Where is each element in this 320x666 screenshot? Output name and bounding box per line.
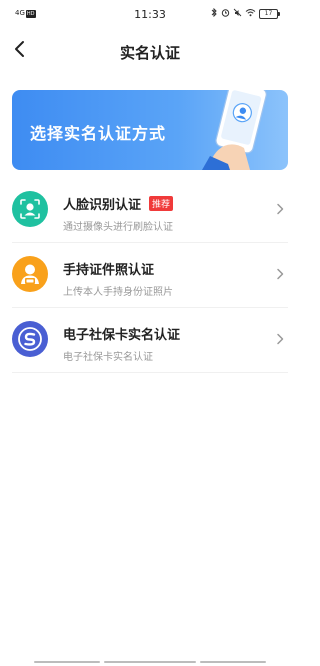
- social-security-subtitle: 电子社保卡实名认证: [63, 352, 153, 363]
- chevron-right-icon: [277, 333, 284, 345]
- handheld-id-title: 手持证件照认证: [63, 263, 155, 278]
- nav-gesture-bar-right[interactable]: [200, 661, 266, 663]
- social-security-card-option[interactable]: 电子社保卡实名认证 电子社保卡实名认证: [12, 308, 288, 373]
- chevron-right-icon: [277, 203, 284, 215]
- social-security-title: 电子社保卡实名认证: [63, 328, 181, 343]
- face-recognition-subtitle: 通过摄像头进行刷脸认证: [63, 222, 173, 233]
- status-bar: 4G HD 11:33 17: [0, 0, 300, 30]
- battery-indicator: 17: [259, 9, 280, 19]
- handheld-id-subtitle: 上传本人手持身份证照片: [63, 287, 173, 298]
- wifi-icon: [245, 8, 256, 20]
- bluetooth-icon: [211, 7, 218, 20]
- face-recognition-option[interactable]: 人脸识别认证 推荐 通过摄像头进行刷脸认证: [12, 178, 288, 243]
- recommend-badge: 推荐: [149, 196, 174, 211]
- social-security-icon: [12, 321, 48, 357]
- mute-icon: [233, 8, 242, 20]
- chevron-right-icon: [277, 268, 284, 280]
- status-icons: 17: [211, 7, 280, 20]
- banner-text: 选择实名认证方式: [30, 124, 167, 143]
- face-scan-icon: [12, 191, 48, 227]
- auth-method-list: 人脸识别认证 推荐 通过摄像头进行刷脸认证 手持证件照认证 上传本人手持身份证照片…: [12, 178, 288, 373]
- nav-bar: 实名认证: [0, 30, 300, 72]
- person-id-icon: [12, 256, 48, 292]
- handheld-id-photo-option[interactable]: 手持证件照认证 上传本人手持身份证照片: [12, 243, 288, 308]
- option-title: 人脸识别认证 推荐: [63, 194, 174, 213]
- phone-illustration-icon: [202, 90, 267, 170]
- face-recognition-title: 人脸识别认证: [63, 198, 142, 213]
- page-title: 实名认证: [119, 44, 180, 62]
- alarm-icon: [221, 8, 230, 20]
- nav-gesture-bar-left[interactable]: [34, 661, 100, 663]
- nav-gesture-bar-center[interactable]: [104, 661, 196, 663]
- banner: 选择实名认证方式: [12, 90, 288, 170]
